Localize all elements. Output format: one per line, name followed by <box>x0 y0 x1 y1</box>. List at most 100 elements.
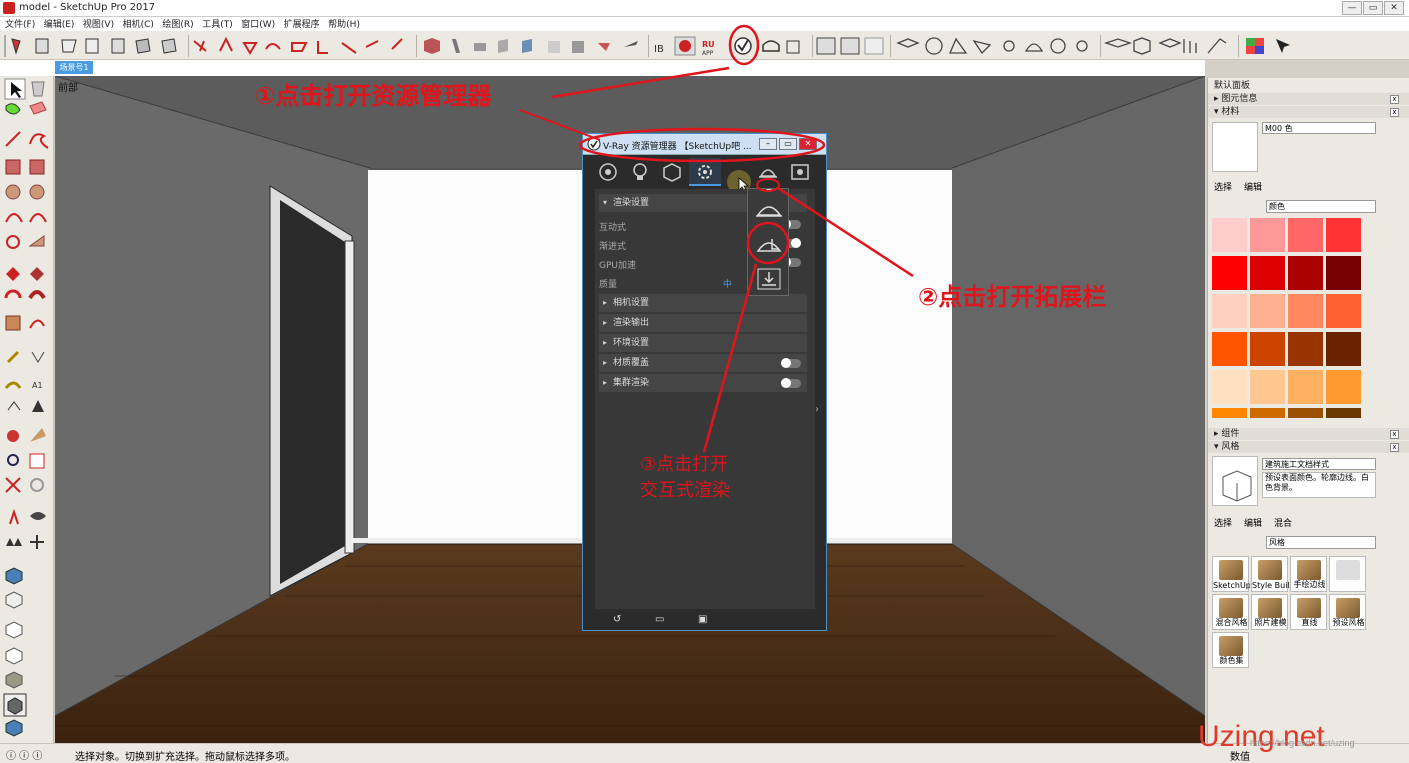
material-swatch[interactable] <box>1212 370 1247 404</box>
swarm-toggle[interactable] <box>781 378 801 388</box>
swarm-section[interactable]: 集群渲染 <box>599 374 807 392</box>
entity-info-header[interactable]: ▸ 图元信息 <box>1208 93 1409 105</box>
style-item[interactable]: 混合风格 <box>1212 594 1249 630</box>
vray-close-button[interactable]: ✕ <box>799 138 817 150</box>
style-item[interactable]: SketchUp <box>1212 556 1250 592</box>
progressive-label: 渐进式 <box>599 242 627 252</box>
material-swatch[interactable] <box>1326 332 1361 366</box>
toolbox-icons[interactable]: A1 <box>0 76 54 743</box>
style-item[interactable]: Style Buil <box>1251 556 1289 592</box>
restore-button[interactable]: ▭ <box>1363 1 1383 15</box>
material-swatch[interactable] <box>1250 408 1285 418</box>
material-swatch[interactable] <box>1212 256 1247 290</box>
material-override-toggle[interactable] <box>781 358 801 368</box>
environment-section[interactable]: 环境设置 <box>599 334 807 352</box>
expand-arrow-icon[interactable]: › <box>815 404 819 415</box>
material-swatch[interactable] <box>1250 256 1285 290</box>
material-swatch[interactable] <box>1288 332 1323 366</box>
menu-camera[interactable]: 相机(C) <box>123 18 154 32</box>
close-button[interactable]: ✕ <box>1384 1 1404 15</box>
materials-close-icon[interactable]: x <box>1390 108 1399 117</box>
material-swatch[interactable] <box>1250 370 1285 404</box>
material-swatch[interactable] <box>1212 294 1247 328</box>
style-select-tab[interactable]: 选择 <box>1214 516 1232 529</box>
menu-draw[interactable]: 绘图(R) <box>162 18 193 32</box>
material-swatch[interactable] <box>1326 218 1361 252</box>
status-message: 选择对象。切换到扩充选择。拖动鼠标选择多项。 <box>75 752 295 763</box>
material-swatch[interactable] <box>1288 408 1323 418</box>
menu-tools[interactable]: 工具(T) <box>202 18 233 32</box>
components-header[interactable]: ▸ 组件 <box>1208 428 1409 440</box>
material-swatch[interactable] <box>1326 294 1361 328</box>
toolbar-icons[interactable]: IB RU APP <box>0 31 1409 60</box>
styles-header[interactable]: ▾ 风格 <box>1208 441 1409 453</box>
components-close-icon[interactable]: x <box>1390 430 1399 439</box>
entity-info-label: 图元信息 <box>1221 94 1258 104</box>
style-preview <box>1212 456 1258 506</box>
menu-view[interactable]: 视图(V) <box>83 18 114 32</box>
vray-maximize-button[interactable]: ▭ <box>779 138 797 150</box>
material-swatch[interactable] <box>1288 256 1323 290</box>
materials-tab-icon[interactable] <box>595 160 621 184</box>
material-swatch[interactable] <box>1250 332 1285 366</box>
output-section[interactable]: 渲染输出 <box>599 314 807 332</box>
material-select-tab[interactable]: 选择 <box>1214 180 1232 193</box>
style-item[interactable] <box>1329 556 1366 592</box>
watermark-brand: Uzing.net <box>1198 720 1325 753</box>
vray-minimize-button[interactable]: – <box>759 138 777 150</box>
menu-file[interactable]: 文件(F) <box>5 18 35 32</box>
style-item[interactable]: 照片建模 <box>1251 594 1288 630</box>
material-swatch[interactable] <box>1212 218 1247 252</box>
render-dropdown-icons[interactable] <box>748 187 790 297</box>
vray-logo-icon <box>587 137 601 151</box>
styles-close-icon[interactable]: x <box>1390 443 1399 452</box>
menu-help[interactable]: 帮助(H) <box>328 18 360 32</box>
geometry-tab-icon[interactable] <box>659 160 685 184</box>
style-item[interactable]: 预设风格 <box>1329 594 1366 630</box>
material-swatch[interactable] <box>1326 408 1361 418</box>
material-swatch[interactable] <box>1326 256 1361 290</box>
material-swatch-grid <box>1212 218 1388 418</box>
open-folder-icon[interactable]: ▭ <box>655 614 664 625</box>
quality-value[interactable]: 中 <box>723 277 732 290</box>
scene-tab[interactable]: 场景号1 <box>55 61 93 74</box>
frame-buffer-icon[interactable] <box>787 160 813 184</box>
lights-tab-icon[interactable] <box>627 160 653 184</box>
material-name-input[interactable]: M00 色 <box>1262 122 1376 134</box>
save-icon[interactable]: ▣ <box>698 614 707 625</box>
components-label: 组件 <box>1221 429 1240 439</box>
material-swatch[interactable] <box>1250 294 1285 328</box>
menu-window[interactable]: 窗口(W) <box>241 18 275 32</box>
material-swatch[interactable] <box>1288 218 1323 252</box>
materials-label: 材料 <box>1221 107 1240 117</box>
gpu-label: GPU加速 <box>599 261 636 271</box>
minimize-button[interactable]: — <box>1342 1 1362 15</box>
status-icons[interactable]: ⓘ ⓘ ⓘ <box>6 747 42 762</box>
style-name-input[interactable]: 建筑施工文档样式 <box>1262 458 1376 470</box>
style-library-dropdown[interactable]: 风格 <box>1266 536 1376 549</box>
vray-footer: ↺ ▭ ▣ <box>595 612 815 630</box>
style-item[interactable]: 颜色集 <box>1212 632 1249 668</box>
material-swatch[interactable] <box>1288 370 1323 404</box>
material-swatch[interactable] <box>1212 332 1247 366</box>
menu-extensions[interactable]: 扩展程序 <box>284 18 320 32</box>
material-library-dropdown[interactable]: 颜色 <box>1266 200 1376 213</box>
style-edit-tab[interactable]: 编辑 <box>1244 516 1262 529</box>
vray-title-bar[interactable]: V-Ray 资源管理器 【SketchUp吧 ... – ▭ ✕ <box>583 134 826 155</box>
material-swatch[interactable] <box>1288 294 1323 328</box>
style-mix-tab[interactable]: 混合 <box>1274 516 1292 529</box>
settings-tab[interactable] <box>689 158 721 186</box>
menu-edit[interactable]: 编辑(E) <box>44 18 75 32</box>
material-override-section[interactable]: 材质覆盖 <box>599 354 807 372</box>
annotation-step2: ②点击打开拓展栏 <box>918 283 1107 311</box>
material-edit-tab[interactable]: 编辑 <box>1244 180 1262 193</box>
reset-icon[interactable]: ↺ <box>613 614 621 625</box>
entity-info-close-icon[interactable]: x <box>1390 95 1399 104</box>
materials-header[interactable]: ▾ 材料 <box>1208 106 1409 118</box>
render-dropdown <box>747 187 790 297</box>
material-swatch[interactable] <box>1212 408 1247 418</box>
material-swatch[interactable] <box>1250 218 1285 252</box>
style-item[interactable]: 直线 <box>1290 594 1327 630</box>
material-swatch[interactable] <box>1326 370 1361 404</box>
style-item[interactable]: 手绘边线 <box>1290 556 1327 592</box>
